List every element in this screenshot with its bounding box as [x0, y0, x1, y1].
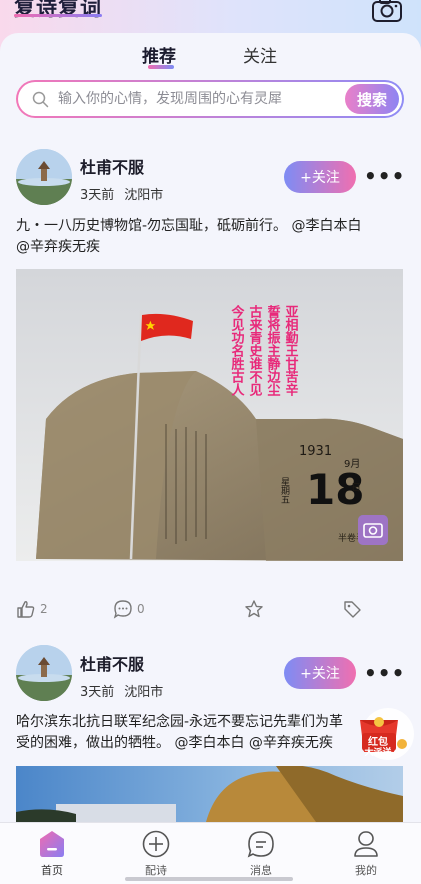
- poem-column: 古来青史谁不见: [247, 304, 264, 397]
- red-packet-badge[interactable]: 红包 大派送: [352, 702, 414, 764]
- post-text-line: @辛弃疾无疾: [16, 239, 100, 255]
- nav-messages-label: 消息: [250, 864, 272, 877]
- monument-year: 1931: [299, 444, 332, 459]
- author-name[interactable]: 杜甫不服: [80, 154, 144, 178]
- comment-count: 0: [137, 602, 145, 616]
- post-image[interactable]: [16, 766, 403, 822]
- like-button[interactable]: 2: [16, 599, 48, 619]
- monument-weekday: 星期五: [279, 477, 290, 504]
- camera-icon[interactable]: [371, 0, 403, 22]
- nav-profile-label: 我的: [355, 864, 377, 877]
- app-title: 复诗复词: [14, 0, 102, 20]
- tag-button[interactable]: [342, 599, 366, 619]
- avatar-image: [16, 645, 72, 701]
- nav-messages[interactable]: 消息: [226, 829, 296, 878]
- post-image[interactable]: 1931 9月 18 日 星期五 半卷半吟 亚相勤王甘苦辛 誓将振主静边尘 古来…: [16, 269, 403, 561]
- search-button[interactable]: 搜索: [345, 84, 399, 114]
- red-packet-sublabel: 大派送: [364, 748, 392, 758]
- avatar[interactable]: [16, 149, 72, 205]
- post-text-line: 受的困难，做出的牺牲。 @李白本白 @辛弃疾无疾: [16, 735, 333, 751]
- post-time: 3天前: [80, 188, 115, 203]
- poem-column: 亚相勤王甘苦辛: [283, 305, 299, 397]
- like-count: 2: [40, 602, 48, 616]
- tab-recommend[interactable]: 推荐: [142, 42, 176, 67]
- thumbs-up-icon: [17, 601, 35, 618]
- park-photo: [16, 766, 403, 822]
- post-meta: 3天前 沈阳市: [80, 184, 163, 203]
- post-location: 沈阳市: [124, 685, 164, 700]
- avatar[interactable]: [16, 645, 72, 701]
- plus-circle-icon: [142, 830, 170, 858]
- comment-icon: [113, 600, 132, 619]
- poem-column: 誓将振主静边尘: [265, 304, 282, 397]
- nav-home-label: 首页: [41, 864, 63, 877]
- app-title-underline: [14, 14, 102, 17]
- post-time: 3天前: [80, 685, 115, 700]
- camera-badge-icon: [358, 515, 388, 545]
- bottom-navigation: 首页 配诗 消息 我的: [0, 822, 421, 884]
- active-tab-indicator: [148, 65, 174, 69]
- follow-button[interactable]: +关注: [284, 161, 356, 193]
- nav-compose[interactable]: 配诗: [121, 829, 191, 878]
- post-text: 哈尔滨东北抗日联军纪念园-永远不要忘记先辈们为革 受的困难，做出的牺牲。 @李白…: [16, 712, 408, 754]
- nav-profile[interactable]: 我的: [331, 829, 401, 878]
- more-options-icon[interactable]: •••: [364, 661, 405, 685]
- home-icon: [40, 831, 64, 857]
- tag-icon: [344, 601, 361, 618]
- tab-following[interactable]: 关注: [243, 42, 277, 67]
- nav-compose-label: 配诗: [145, 864, 167, 877]
- poem-column: 今见功名胜古人: [229, 304, 246, 396]
- author-name[interactable]: 杜甫不服: [80, 651, 144, 675]
- nav-home[interactable]: 首页: [17, 829, 87, 878]
- message-icon: [247, 831, 274, 858]
- post-text-line: 九・一八历史博物馆-勿忘国耻，砥砺前行。 @李白本白: [16, 218, 362, 234]
- search-input[interactable]: [58, 82, 308, 116]
- search-icon: [32, 91, 49, 108]
- post-meta: 3天前 沈阳市: [80, 681, 163, 700]
- avatar-image: [16, 149, 72, 205]
- post-location: 沈阳市: [124, 188, 164, 203]
- post-text-line: 哈尔滨东北抗日联军纪念园-永远不要忘记先辈们为革: [16, 714, 344, 730]
- more-options-icon[interactable]: •••: [364, 164, 405, 188]
- post-actions: 2 0: [0, 599, 421, 623]
- search-bar-inner: 搜索: [18, 82, 402, 116]
- star-icon: [245, 600, 263, 618]
- monument-small: 日: [351, 483, 361, 494]
- favorite-button[interactable]: [244, 599, 268, 619]
- follow-button[interactable]: +关注: [284, 657, 356, 689]
- post-text: 九・一八历史博物馆-勿忘国耻，砥砺前行。 @李白本白 @辛弃疾无疾: [16, 216, 408, 258]
- comment-button[interactable]: 0: [113, 599, 145, 619]
- search-bar: 搜索: [16, 80, 404, 118]
- home-indicator: [125, 877, 293, 881]
- monument-photo: 1931 9月 18 日 星期五 半卷半吟 亚相勤王甘苦辛 誓将振主静边尘 古来…: [16, 269, 403, 561]
- profile-icon: [354, 831, 378, 857]
